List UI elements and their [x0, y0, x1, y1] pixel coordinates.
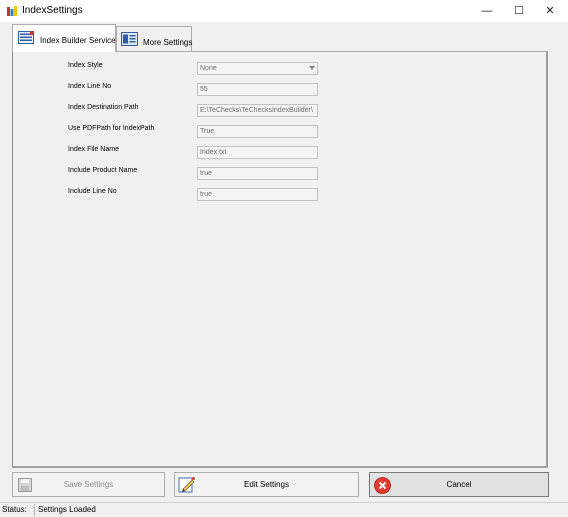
save-settings-button[interactable]: Save Settings: [12, 472, 165, 497]
use-pdfpath-field[interactable]: True: [197, 125, 318, 138]
title-bar: IndexSettings — ☐ ✕: [0, 0, 568, 22]
status-separator: [34, 504, 35, 516]
maximize-button[interactable]: ☐: [504, 0, 534, 22]
list-document-icon: [18, 31, 34, 44]
field-label: Include Product Name: [68, 167, 138, 174]
button-label: Save Settings: [63, 480, 114, 489]
include-line-no-field[interactable]: true: [197, 188, 318, 201]
index-destination-path-field[interactable]: E:\TeChecks\TeChecksIndexBuilder\: [197, 104, 318, 117]
field-label: Index Destination Path: [68, 104, 139, 111]
status-bar: Status: Settings Loaded: [0, 502, 568, 517]
tab-index-builder-service[interactable]: Index Builder Service: [12, 24, 116, 52]
index-line-no-field[interactable]: 55: [197, 83, 318, 96]
index-file-name-field[interactable]: Index.txt: [197, 146, 318, 159]
app-icon: [7, 6, 17, 16]
panel-bottom-edge: [12, 466, 548, 468]
button-label: Edit Settings: [244, 480, 289, 489]
combo-value: None: [200, 65, 217, 72]
status-label: Status:: [2, 505, 27, 514]
window-title: IndexSettings: [22, 5, 83, 16]
field-label: Index File Name: [68, 146, 119, 153]
cancel-button[interactable]: Cancel: [369, 472, 549, 497]
minimize-button[interactable]: —: [472, 0, 502, 22]
panel-scroll-edge: [546, 52, 548, 468]
field-label: Index Style: [68, 62, 103, 69]
edit-settings-button[interactable]: Edit Settings: [174, 472, 359, 497]
field-label: Include Line No: [68, 188, 117, 195]
include-product-name-field[interactable]: true: [197, 167, 318, 180]
status-value: Settings Loaded: [38, 505, 96, 514]
field-label: Index Line No: [68, 83, 112, 90]
field-label: Use PDFPath for IndexPath: [68, 125, 155, 132]
tab-label: Index Builder Service: [40, 36, 116, 45]
settings-card-icon: [121, 32, 138, 46]
index-style-combo[interactable]: None: [197, 62, 318, 75]
close-button[interactable]: ✕: [535, 0, 565, 22]
tab-label: More Settings: [143, 38, 193, 47]
chevron-down-icon[interactable]: [309, 66, 315, 70]
button-label: Cancel: [446, 480, 472, 489]
tab-more-settings[interactable]: More Settings: [116, 26, 192, 52]
